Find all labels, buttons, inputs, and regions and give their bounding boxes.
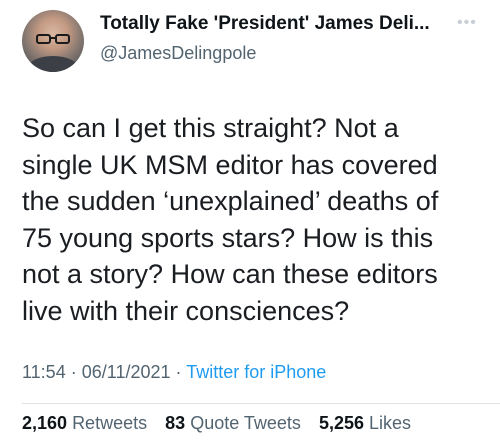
quote-tweets-count: 83 — [165, 413, 186, 433]
likes-stat[interactable]: 5,256 Likes — [319, 413, 411, 433]
engagement-stats: 2,160 Retweets 83 Quote Tweets 5,256 Lik… — [22, 413, 411, 434]
quote-tweets-stat[interactable]: 83 Quote Tweets — [165, 413, 306, 433]
display-name[interactable]: Totally Fake 'President' James Deli... — [100, 13, 445, 35]
divider — [22, 403, 500, 404]
tweet-text-line: single UK MSM editor has covered — [22, 149, 438, 180]
tweet-source-link[interactable]: Twitter for iPhone — [186, 362, 326, 382]
meta-separator: · — [175, 362, 182, 382]
user-handle[interactable]: @JamesDelingpole — [100, 43, 256, 64]
tweet-text: So can I get this straight? Not a single… — [22, 110, 484, 329]
retweets-stat[interactable]: 2,160 Retweets — [22, 413, 152, 433]
tweet-meta: 11:54 · 06/11/2021 · Twitter for iPhone — [22, 362, 326, 383]
quote-tweets-label: Quote Tweets — [190, 413, 301, 433]
tweet-text-line: not a story? How can these editors — [22, 259, 438, 289]
glasses-graphic — [36, 34, 70, 44]
tweet-card: Totally Fake 'President' James Deli... @… — [0, 0, 500, 447]
meta-separator: · — [70, 362, 77, 382]
tweet-date[interactable]: 06/11/2021 — [82, 362, 171, 382]
retweets-count: 2,160 — [22, 413, 68, 433]
tweet-text-line: the sudden ‘unexplained’ deaths of — [22, 186, 439, 216]
likes-label: Likes — [369, 413, 412, 433]
likes-count: 5,256 — [318, 413, 364, 433]
avatar[interactable] — [22, 10, 84, 72]
ellipsis-icon[interactable]: ••• — [457, 14, 477, 32]
tweet-text-line: So can I get this straight? Not a — [22, 113, 399, 143]
tweet-text-line: live with their consciences? — [22, 295, 350, 326]
retweets-label: Retweets — [72, 413, 148, 433]
tweet-text-line: 75 young sports stars? How is this — [22, 222, 434, 253]
tweet-time[interactable]: 11:54 — [22, 362, 66, 382]
avatar-shoulders — [28, 56, 78, 72]
